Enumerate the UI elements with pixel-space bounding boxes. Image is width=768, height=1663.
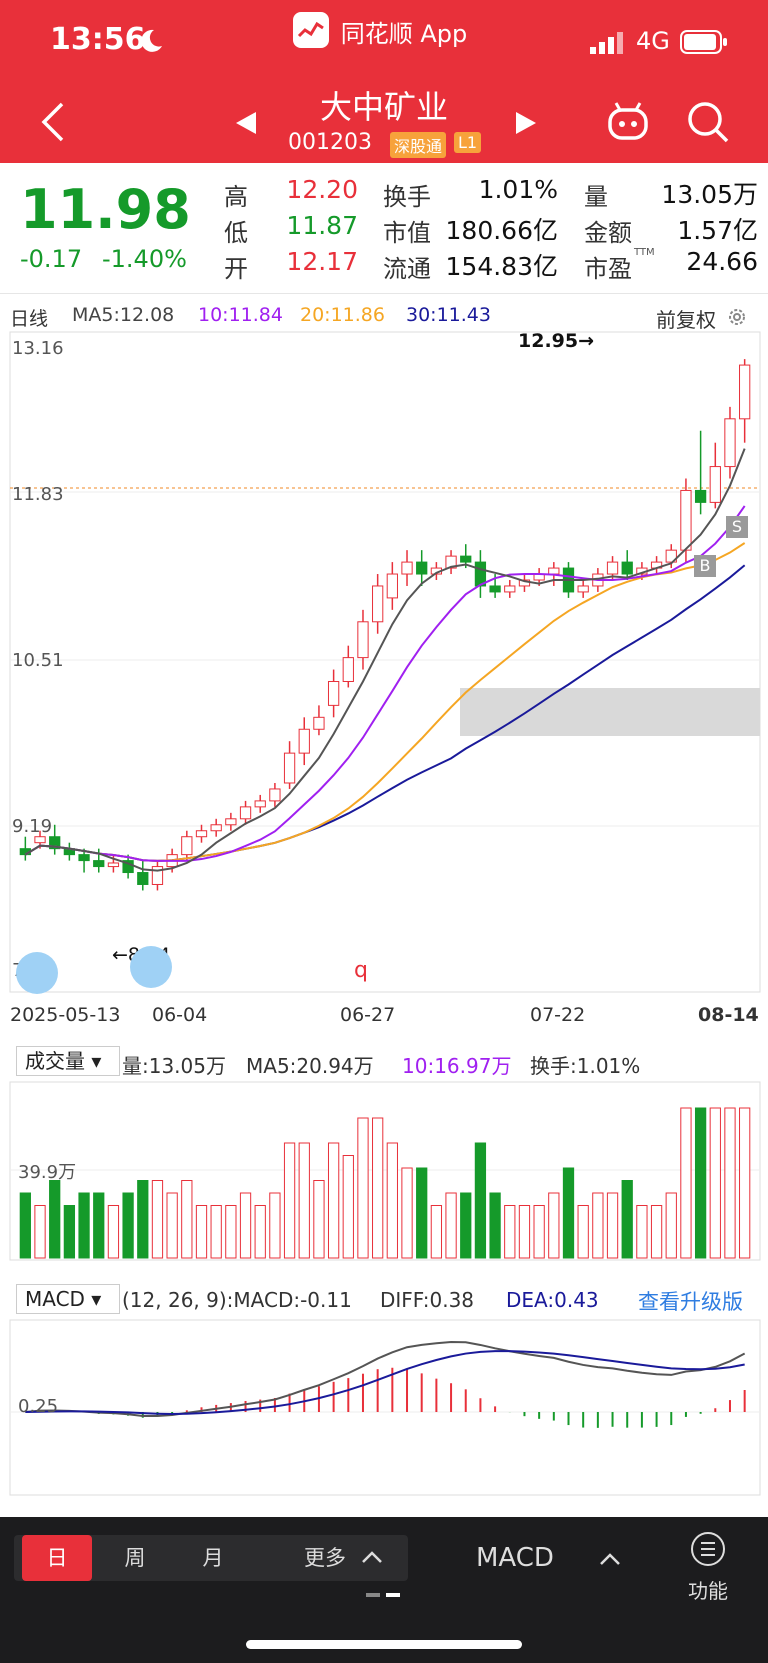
chevron-up-icon[interactable]: [598, 1551, 622, 1567]
macd-chart[interactable]: [0, 0, 768, 1500]
page-dot-active: [386, 1593, 400, 1597]
function-label[interactable]: 功能: [688, 1575, 728, 1604]
indicator-button[interactable]: MACD: [476, 1543, 554, 1573]
home-indicator: [246, 1640, 522, 1649]
tab-month[interactable]: 月: [178, 1535, 248, 1581]
page-dot: [366, 1593, 380, 1597]
tab-day[interactable]: 日: [22, 1535, 92, 1581]
diff-line: [25, 1340, 746, 1417]
chevron-up-icon[interactable]: [360, 1549, 384, 1565]
macd-frame: [9, 1319, 761, 1496]
dea-line: [25, 1350, 745, 1415]
tab-more[interactable]: 更多: [290, 1535, 360, 1581]
tab-week[interactable]: 周: [100, 1535, 170, 1581]
function-menu-icon[interactable]: [690, 1531, 726, 1567]
macd-y-tick: 0.25: [18, 1396, 59, 1417]
